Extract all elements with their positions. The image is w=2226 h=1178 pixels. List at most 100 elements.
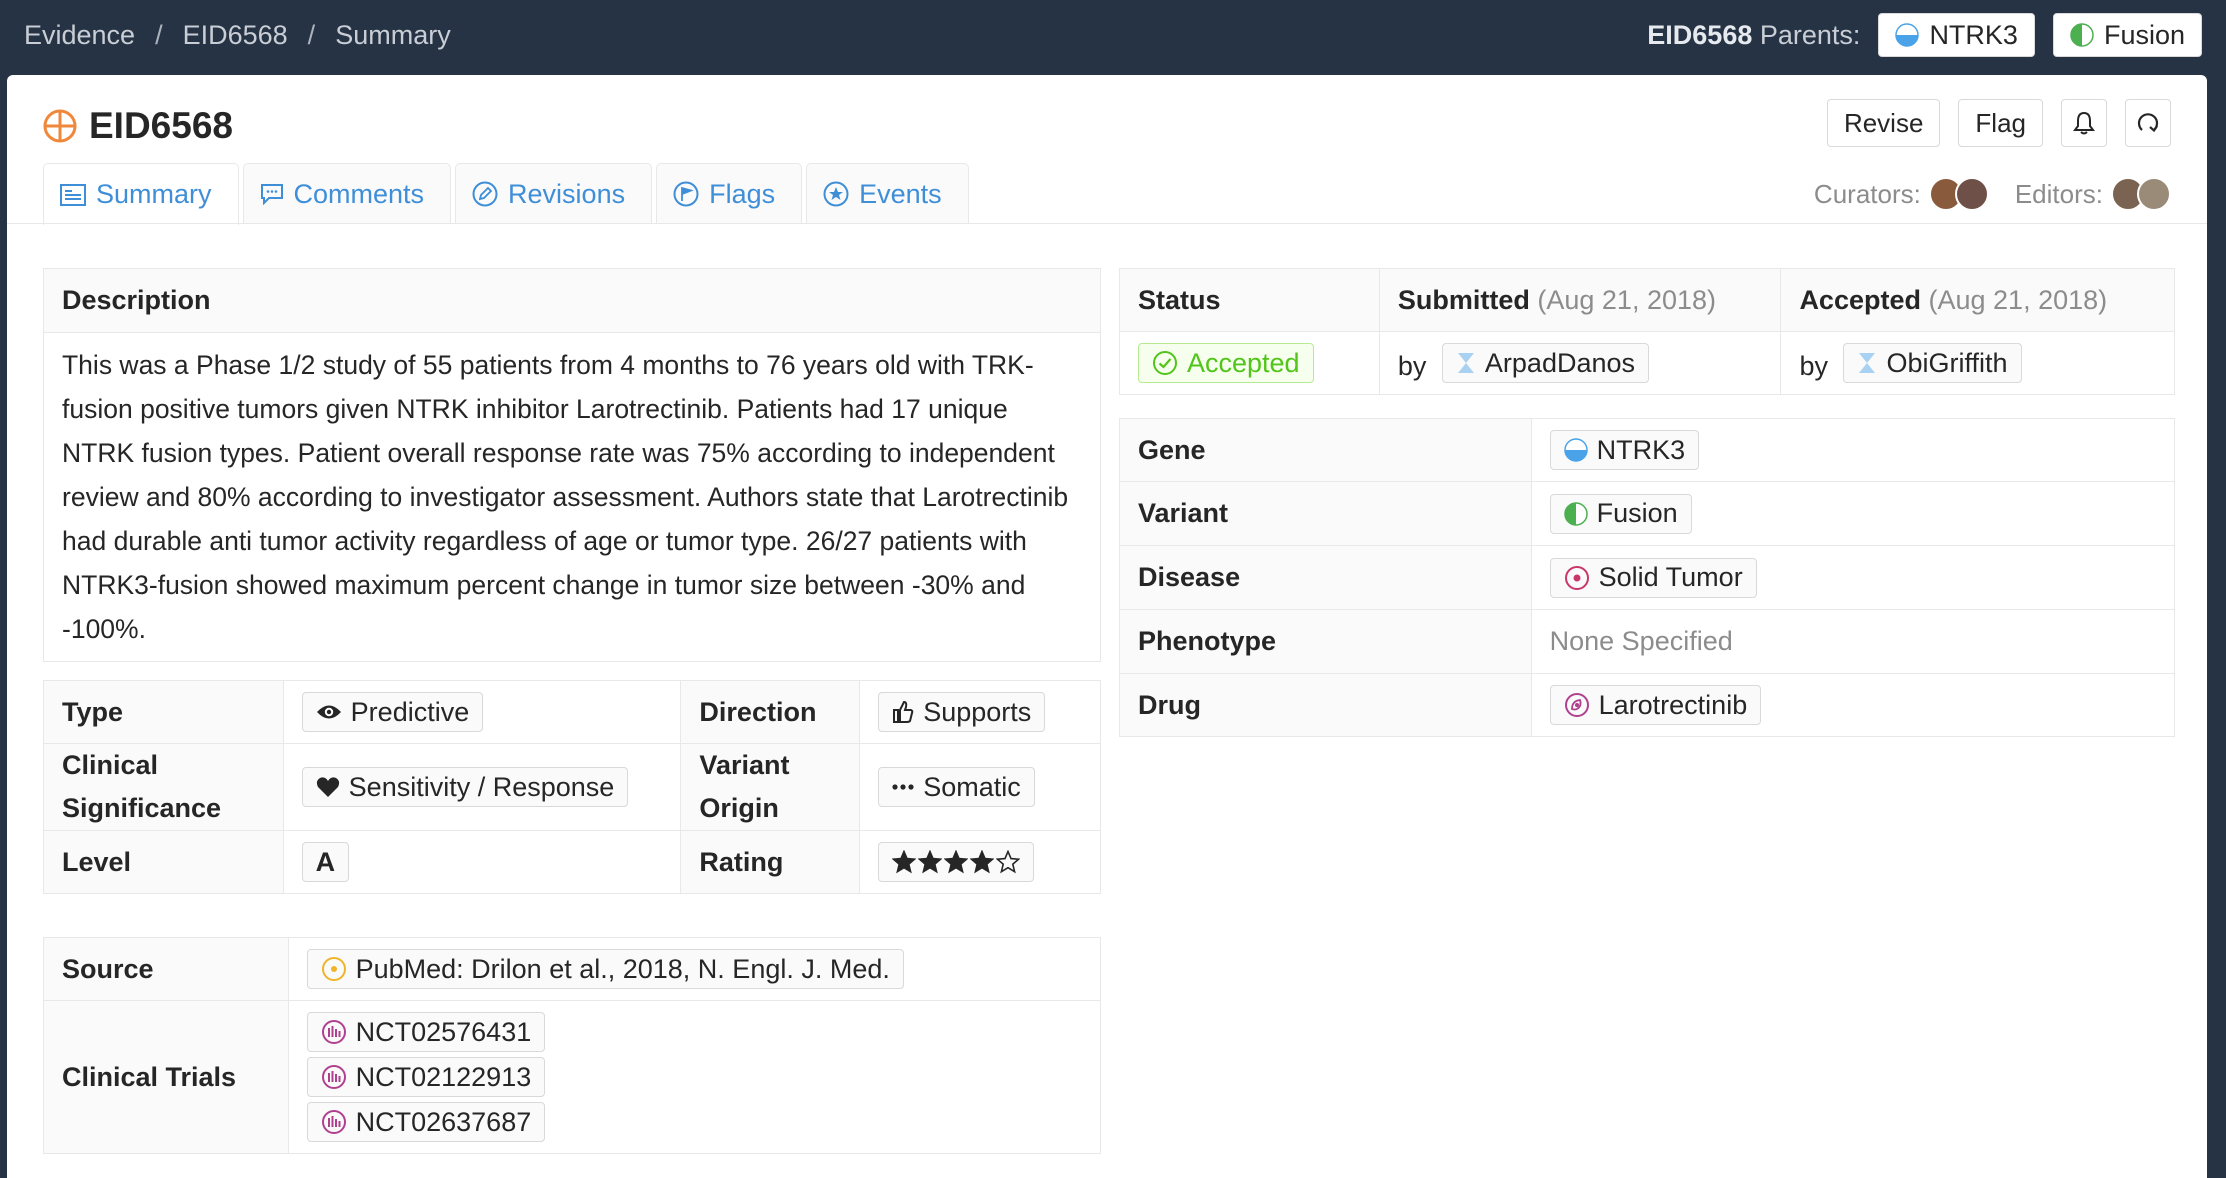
clinical-trial-icon xyxy=(321,1065,346,1089)
user-icon xyxy=(1859,353,1876,373)
source-tag[interactable]: PubMed: Drilon et al., 2018, N. Engl. J.… xyxy=(306,949,904,989)
event-icon xyxy=(823,181,849,207)
tab-flags[interactable]: Flags xyxy=(656,163,803,224)
breadcrumb: Evidence / EID6568 / Summary xyxy=(24,20,451,51)
direction-label: Direction xyxy=(680,680,861,744)
avatar[interactable] xyxy=(1954,177,1989,211)
disease-icon xyxy=(1564,565,1589,590)
star-filled-icon xyxy=(944,850,969,874)
type-label: Type xyxy=(43,680,284,744)
drug-cell: Larotrectinib xyxy=(1530,673,2176,737)
parent-variant-label: Fusion xyxy=(2103,19,2185,50)
rating-tag[interactable] xyxy=(878,842,1035,882)
curators-label: Curators: xyxy=(1813,178,1921,209)
tab-revisions[interactable]: Revisions xyxy=(455,163,653,224)
description-text: This was a Phase 1/2 study of 55 patient… xyxy=(62,350,1069,644)
table-row: Accepted by ArpadDanos by ObiGriffith xyxy=(1119,331,2175,395)
editors-label: Editors: xyxy=(2014,178,2103,209)
source-icon xyxy=(321,957,346,981)
status-table: Status Submitted (Aug 21, 2018) Accepted… xyxy=(1119,268,2175,395)
subscribe-button[interactable] xyxy=(2061,99,2107,147)
disease-cell: Solid Tumor xyxy=(1530,545,2176,610)
curator-avatars xyxy=(1928,177,1989,211)
variant-origin-label: Variant Origin xyxy=(680,743,861,831)
tab-summary[interactable]: Summary xyxy=(43,163,239,225)
clinical-trial-icon xyxy=(321,1110,346,1134)
source-table: Source PubMed: Drilon et al., 2018, N. E… xyxy=(43,937,1102,1154)
comment-icon xyxy=(260,184,283,205)
drug-label: Drug xyxy=(1119,673,1532,737)
tab-events-label: Events xyxy=(859,178,942,209)
rating-label: Rating xyxy=(680,830,861,894)
gene-cell: NTRK3 xyxy=(1530,418,2176,482)
clinical-trial-tag[interactable]: NCT02576431 xyxy=(306,1012,546,1052)
evidence-attributes-table: Type Predictive Direction Supports Clini… xyxy=(43,680,1101,894)
clinical-trial-tag[interactable]: NCT02122913 xyxy=(306,1057,546,1097)
heart-icon xyxy=(316,777,339,797)
tab-comments[interactable]: Comments xyxy=(242,163,452,224)
breadcrumb-separator: / xyxy=(307,20,316,50)
phenotype-value: None Specified xyxy=(1530,609,2176,674)
status-badge: Accepted xyxy=(1138,343,1314,383)
editor-avatars xyxy=(2111,177,2171,211)
contributors: Curators: Editors: xyxy=(1814,177,2171,211)
type-tag[interactable]: Predictive xyxy=(301,692,484,732)
breadcrumb-separator: / xyxy=(155,20,163,50)
revise-button[interactable]: Revise xyxy=(1826,99,1941,147)
variant-tag[interactable]: Fusion xyxy=(1549,493,1692,534)
drug-tag[interactable]: Larotrectinib xyxy=(1549,685,1762,725)
evidence-icon xyxy=(43,109,77,143)
breadcrumb-evidence[interactable]: Evidence xyxy=(24,20,135,50)
acceptor-tag[interactable]: ObiGriffith xyxy=(1843,343,2022,383)
variant-cell: Fusion xyxy=(1530,481,2176,546)
tab-divider xyxy=(7,223,2207,224)
variant-origin-cell: Somatic xyxy=(859,743,1101,831)
parents-bar: EID6568 Parents: NTRK3 Fusion xyxy=(1647,13,2202,57)
star-filled-icon xyxy=(970,850,995,874)
description-panel: Description This was a Phase 1/2 study o… xyxy=(43,268,1101,662)
disease-tag[interactable]: Solid Tumor xyxy=(1549,557,1757,598)
thumbs-up-icon xyxy=(893,700,914,723)
ellipsis-icon xyxy=(892,784,914,790)
flag-button[interactable]: Flag xyxy=(1958,99,2043,147)
entities-table: Gene NTRK3 Variant Fusion Disease Solid … xyxy=(1119,418,2176,737)
breadcrumb-eid[interactable]: EID6568 xyxy=(183,20,288,50)
gene-tag[interactable]: NTRK3 xyxy=(1549,430,1700,470)
parent-gene-tag[interactable]: NTRK3 xyxy=(1878,13,2035,57)
rating-cell xyxy=(859,830,1101,894)
clinical-trials-label: Clinical Trials xyxy=(43,1000,289,1154)
page-title-text: EID6568 xyxy=(89,105,233,146)
table-row: Phenotype None Specified xyxy=(1119,609,2176,674)
level-tag[interactable]: A xyxy=(301,842,350,882)
disease-label: Disease xyxy=(1119,545,1532,610)
gene-icon xyxy=(1895,23,1920,47)
clinical-trials-cell: NCT02576431 NCT02122913 NCT02637687 xyxy=(287,1000,1102,1154)
direction-tag[interactable]: Supports xyxy=(878,692,1046,732)
clinical-significance-tag[interactable]: Sensitivity / Response xyxy=(301,767,629,807)
bell-icon xyxy=(2073,111,2095,135)
by-label: by xyxy=(1799,351,1828,381)
avatar[interactable] xyxy=(2137,177,2171,211)
variant-origin-tag[interactable]: Somatic xyxy=(878,767,1035,807)
variant-icon xyxy=(1563,501,1588,526)
tab-events[interactable]: Events xyxy=(806,163,969,224)
submitted-header: Submitted (Aug 21, 2018) xyxy=(1378,268,1782,332)
source-label: Source xyxy=(43,937,289,1001)
refresh-button[interactable] xyxy=(2125,99,2171,147)
level-label: Level xyxy=(43,830,284,894)
refresh-icon xyxy=(2137,113,2159,133)
parent-variant-tag[interactable]: Fusion xyxy=(2052,13,2202,57)
rating-stars xyxy=(892,850,1021,874)
phenotype-label: Phenotype xyxy=(1119,609,1532,674)
clinical-trial-tag[interactable]: NCT02637687 xyxy=(306,1102,546,1142)
table-row: Type Predictive Direction Supports xyxy=(43,680,1101,744)
table-row: Clinical Significance Sensitivity / Respo… xyxy=(43,743,1101,831)
breadcrumb-summary: Summary xyxy=(335,20,451,50)
clinical-trial-icon xyxy=(321,1020,346,1044)
page-title: EID6568 xyxy=(43,105,233,147)
table-row: Variant Fusion xyxy=(1119,481,2176,546)
submitter-tag[interactable]: ArpadDanos xyxy=(1441,343,1650,383)
tab-bar: Summary Comments Revisions Flags Events xyxy=(43,163,969,225)
top-bar: Evidence / EID6568 / Summary EID6568 Parents… xyxy=(0,0,2226,75)
tab-flags-label: Flags xyxy=(709,178,776,209)
